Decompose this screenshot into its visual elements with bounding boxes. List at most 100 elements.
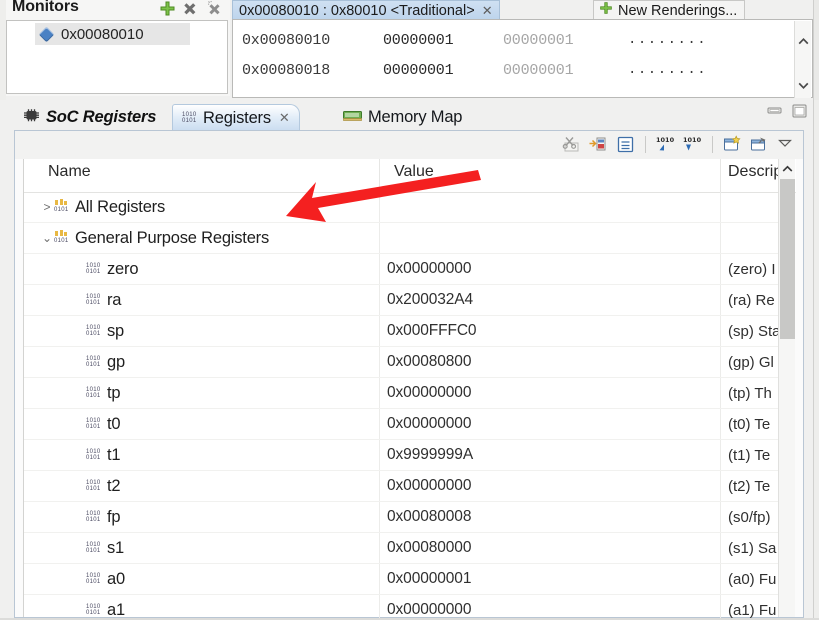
registers-vertical-scrollbar[interactable] bbox=[778, 159, 795, 617]
row-name-cell: 1010 0101 t0 bbox=[24, 409, 121, 439]
scroll-up-icon[interactable] bbox=[795, 33, 812, 50]
table-row[interactable]: 1010 0101 gp 0x00080800 (gp) Gl bbox=[24, 347, 779, 378]
expand-collapse-icon[interactable]: > bbox=[40, 200, 54, 214]
table-row[interactable]: 1010 0101 t2 0x00000000 (t2) Te bbox=[24, 471, 779, 502]
collapse-all-icon[interactable] bbox=[615, 134, 636, 155]
column-divider[interactable] bbox=[720, 159, 721, 192]
register-value[interactable]: 0x00080008 bbox=[387, 502, 471, 532]
register-value[interactable]: 0x00000000 bbox=[387, 471, 471, 501]
right-frame-edge bbox=[813, 0, 819, 100]
scroll-down-icon[interactable] bbox=[795, 77, 812, 94]
scrollbar-thumb[interactable] bbox=[780, 179, 795, 339]
close-icon[interactable]: ✕ bbox=[482, 3, 493, 19]
tab-soc-registers[interactable]: SoC Registers bbox=[14, 104, 165, 131]
top-panels-area: Monitors 0x00080010 0x00080010: 0x80010… bbox=[0, 0, 819, 100]
table-row[interactable]: 1010 0101 sp 0x000FFFC0 (sp) Sta bbox=[24, 316, 781, 347]
show-binary-icon[interactable]: 1010 bbox=[682, 134, 703, 155]
register-value[interactable]: 0x00000001 bbox=[387, 564, 471, 594]
add-register-group-icon[interactable] bbox=[588, 134, 609, 155]
column-header-value[interactable]: Value bbox=[394, 163, 434, 181]
cut-disabled-icon[interactable] bbox=[561, 134, 582, 155]
table-row[interactable]: 1010 0101 tp 0x00000000 (tp) Th bbox=[24, 378, 779, 409]
table-row[interactable]: 1010 0101 fp 0x00080008 (s0/fp) bbox=[24, 502, 779, 533]
binary-icon: 1010 0101 bbox=[86, 355, 101, 368]
binary-icon: 1010 0101 bbox=[86, 262, 101, 275]
register-value[interactable]: 0x00000000 bbox=[387, 595, 471, 620]
memory-rows: 0x00080010 00000001 00000001 ........ 0x… bbox=[233, 25, 778, 85]
table-row[interactable]: 1010 0101 s1 0x00080000 (s1) Sa bbox=[24, 533, 779, 564]
minimize-view-button[interactable] bbox=[767, 104, 782, 118]
right-panel-edge bbox=[813, 100, 819, 620]
tab-memory-map[interactable]: Memory Map bbox=[334, 104, 471, 131]
row-name-cell: 1010 0101 s1 bbox=[24, 533, 124, 563]
memory-hex-word: 00000001 bbox=[503, 61, 574, 79]
column-header-description[interactable]: Descrip bbox=[728, 163, 782, 181]
binary-icon: 1010 0101 bbox=[86, 448, 101, 461]
register-name: a1 bbox=[107, 600, 125, 619]
column-header-name[interactable]: Name bbox=[48, 163, 91, 181]
toolbar-separator bbox=[712, 136, 713, 153]
table-row[interactable]: 1010 0101 zero 0x00000000 (zero) I bbox=[24, 254, 779, 285]
new-renderings-tab[interactable]: New Renderings... bbox=[593, 0, 746, 20]
new-register-view-icon[interactable] bbox=[722, 134, 743, 155]
memory-monitor-icon bbox=[38, 26, 55, 42]
cell-divider bbox=[379, 533, 380, 563]
remove-monitor-icon[interactable] bbox=[183, 0, 200, 17]
registers-view: SoC Registers 10100101 Registers ✕ Memo bbox=[0, 100, 819, 620]
table-row[interactable]: 1010 0101 t0 0x00000000 (t0) Te bbox=[24, 409, 779, 440]
register-name: t2 bbox=[107, 476, 121, 495]
register-group-icon: 0101 bbox=[54, 198, 69, 215]
cell-divider bbox=[720, 595, 721, 620]
table-row-group[interactable]: > 0101 All Registers bbox=[24, 192, 779, 223]
view-menu-chevron-icon[interactable] bbox=[776, 134, 797, 155]
close-icon[interactable]: ✕ bbox=[279, 110, 290, 126]
cell-divider bbox=[720, 440, 721, 470]
register-value[interactable]: 0x00080000 bbox=[387, 533, 471, 563]
register-group-icon: 0101 bbox=[54, 229, 69, 246]
monitors-list[interactable]: 0x00080010 bbox=[6, 20, 228, 94]
register-description: (zero) I bbox=[728, 260, 776, 278]
show-hex-icon[interactable]: 1010 bbox=[655, 134, 676, 155]
register-value[interactable]: 0x00000000 bbox=[387, 254, 471, 284]
table-row[interactable]: 1010 0101 t1 0x9999999A (t1) Te bbox=[24, 440, 779, 471]
register-value[interactable]: 0x00000000 bbox=[387, 409, 471, 439]
table-row[interactable]: 1010 0101 ra 0x200032A4 (ra) Re bbox=[24, 285, 779, 316]
expand-collapse-icon[interactable]: ⌄ bbox=[40, 231, 54, 245]
binary-icon: 1010 0101 bbox=[182, 111, 197, 124]
maximize-view-button[interactable] bbox=[792, 104, 807, 118]
scroll-up-icon[interactable] bbox=[779, 159, 796, 179]
register-value[interactable]: 0x9999999A bbox=[387, 440, 473, 470]
register-name: a0 bbox=[107, 569, 125, 588]
tab-registers[interactable]: 1010 0101 Registers ✕ bbox=[172, 104, 300, 131]
view-tabbar: SoC Registers 10100101 Registers ✕ Memo bbox=[14, 104, 804, 132]
binary-icon: 1010 0101 bbox=[86, 541, 101, 554]
memory-data-area[interactable]: 0x00080010 00000001 00000001 ........ 0x… bbox=[232, 19, 813, 98]
register-value[interactable]: 0x000FFFC0 bbox=[387, 316, 477, 346]
binary-icon: 1010 0101 bbox=[86, 386, 101, 399]
table-row[interactable]: 1010 0101 a0 0x00000001 (a0) Fu bbox=[24, 564, 779, 595]
register-value[interactable]: 0x200032A4 bbox=[387, 285, 473, 315]
table-row-group[interactable]: ⌄ 0101 General Purpose Registers bbox=[24, 223, 779, 254]
register-description: (sp) Sta bbox=[728, 322, 781, 340]
register-description: (t2) Te bbox=[728, 477, 771, 495]
add-monitor-icon[interactable] bbox=[159, 0, 176, 17]
register-name: zero bbox=[107, 259, 139, 278]
table-row[interactable]: 1010 0101 a1 0x00000000 (a1) Fu bbox=[24, 595, 779, 620]
remove-all-monitors-icon[interactable] bbox=[207, 0, 224, 17]
monitors-header: Monitors bbox=[6, 0, 230, 22]
memory-row[interactable]: 0x00080018 00000001 00000001 ........ bbox=[233, 55, 778, 85]
register-value[interactable]: 0x00000000 bbox=[387, 378, 471, 408]
monitor-list-item[interactable]: 0x00080010 bbox=[35, 23, 190, 45]
cell-divider bbox=[379, 595, 380, 620]
register-description: (t0) Te bbox=[728, 415, 771, 433]
register-description: (a1) Fu bbox=[728, 601, 777, 619]
pin-view-icon[interactable] bbox=[749, 134, 770, 155]
cell-divider bbox=[379, 378, 380, 408]
cell-divider bbox=[720, 285, 721, 315]
memory-vertical-scrollbar[interactable] bbox=[794, 21, 811, 98]
memory-row[interactable]: 0x00080010 00000001 00000001 ........ bbox=[233, 25, 778, 55]
tab-registers-label: Registers bbox=[203, 108, 271, 127]
column-divider[interactable] bbox=[379, 159, 380, 192]
rendering-tab[interactable]: 0x00080010 : 0x80010 <Traditional> ✕ bbox=[232, 0, 500, 20]
register-value[interactable]: 0x00080800 bbox=[387, 347, 471, 377]
